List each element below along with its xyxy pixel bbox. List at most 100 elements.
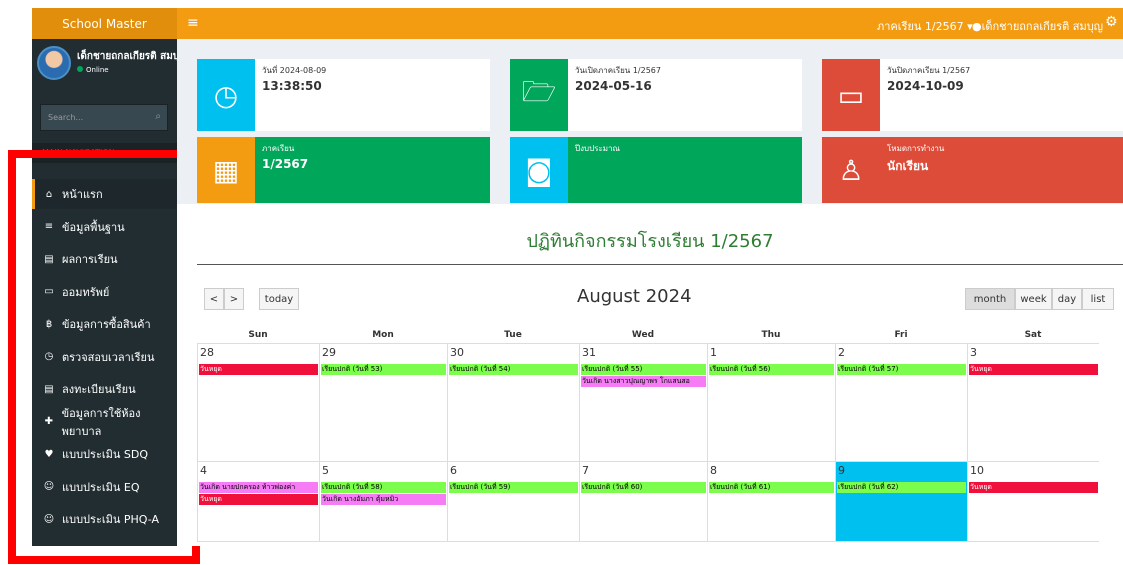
day-cell[interactable]: 1 เรียนปกติ (วันที่ 56): [707, 344, 835, 462]
day-number[interactable]: 30: [450, 346, 464, 359]
calendar-panel: ปฏิทินกิจกรรมโรงเรียน 1/2567 < > today A…: [177, 204, 1123, 546]
view-day-button[interactable]: day: [1052, 288, 1082, 310]
semester-dropdown[interactable]: ภาคเรียน 1/2567 ▾: [877, 17, 973, 35]
day-number[interactable]: 9: [838, 464, 845, 477]
calendar-title: ปฏิทินกิจกรรมโรงเรียน 1/2567: [526, 231, 774, 252]
semester-label: ภาคเรียน: [262, 144, 295, 153]
day-cell[interactable]: 9 เรียนปกติ (วันที่ 62): [835, 462, 967, 542]
calendar-event[interactable]: เรียนปกติ (วันที่ 57): [837, 364, 966, 375]
current-time: 13:38:50: [262, 79, 322, 93]
file-icon: ▤: [44, 253, 54, 265]
sidebar-item[interactable]: ✚ ข้อมูลการใช้ห้องพยาบาล: [32, 406, 177, 438]
day-number[interactable]: 29: [322, 346, 336, 359]
search-input[interactable]: Search... ⌕: [40, 104, 168, 131]
cogs-icon[interactable]: ⚙: [1105, 14, 1118, 30]
calendar-event[interactable]: วันหยุด: [199, 364, 318, 375]
sidebar-section-header: MAIN NAVIGATION: [32, 143, 177, 163]
user-menu[interactable]: ●เด็กชายถกลเกียรติ สมบุญ: [972, 17, 1103, 35]
prev-button[interactable]: <: [204, 288, 224, 310]
day-number[interactable]: 5: [322, 464, 329, 477]
day-cell[interactable]: 2 เรียนปกติ (วันที่ 57): [835, 344, 967, 462]
sidebar-item[interactable]: ≡ ข้อมูลพื้นฐาน: [32, 212, 177, 242]
day-cell[interactable]: 4 วันเกิด นายปกครอง ท้าวพ่องค่า วันหยุด: [197, 462, 319, 542]
weekday-header: Mon: [319, 330, 447, 344]
view-week-button[interactable]: week: [1015, 288, 1052, 310]
calendar-event[interactable]: วันหยุด: [199, 494, 318, 505]
sidebar-item[interactable]: ☺ แบบประเมิน PHQ-A: [32, 504, 177, 534]
view-list-button[interactable]: list: [1082, 288, 1114, 310]
calendar-event[interactable]: เรียนปกติ (วันที่ 58): [321, 482, 446, 493]
online-label: Online: [86, 66, 109, 74]
open-date: 2024-05-16: [575, 79, 652, 93]
day-number[interactable]: 31: [582, 346, 596, 359]
online-dot-icon: [77, 66, 83, 72]
day-cell[interactable]: 28 วันหยุด: [197, 344, 319, 462]
sidebar-item[interactable]: ♥ แบบประเมิน SDQ: [32, 439, 177, 469]
sidebar-item[interactable]: ▤ ลงทะเบียนเรียน: [32, 374, 177, 404]
sidebar-item[interactable]: ▤ ผลการเรียน: [32, 244, 177, 274]
search-icon[interactable]: ⌕: [155, 111, 161, 122]
day-number[interactable]: 1: [710, 346, 717, 359]
avatar: [37, 46, 71, 80]
weekday-header: Sun: [197, 330, 319, 344]
day-cell[interactable]: 30 เรียนปกติ (วันที่ 54): [447, 344, 579, 462]
day-number[interactable]: 10: [970, 464, 984, 477]
open-date-label: วันเปิดภาคเรียน 1/2567: [575, 66, 661, 75]
online-status: Online: [77, 66, 109, 74]
day-number[interactable]: 2: [838, 346, 845, 359]
calendar-event[interactable]: เรียนปกติ (วันที่ 61): [709, 482, 834, 493]
calendar-event[interactable]: เรียนปกติ (วันที่ 60): [581, 482, 706, 493]
calendar-event[interactable]: เรียนปกติ (วันที่ 54): [449, 364, 578, 375]
main-content: ◷ วันที่ 2024-08-09 13:38:50 🗁 วันเปิดภา…: [177, 39, 1123, 546]
day-cell[interactable]: 8 เรียนปกติ (วันที่ 61): [707, 462, 835, 542]
sidebar-item[interactable]: ☺ แบบประเมิน EQ: [32, 472, 177, 502]
day-cell[interactable]: 7 เรียนปกติ (วันที่ 60): [579, 462, 707, 542]
day-number[interactable]: 3: [970, 346, 977, 359]
calendar-event[interactable]: วันหยุด: [969, 482, 1098, 493]
calendar-event[interactable]: เรียนปกติ (วันที่ 62): [837, 482, 966, 493]
calendar-event[interactable]: เรียนปกติ (วันที่ 55): [581, 364, 706, 375]
sidebar-item[interactable]: ◷ ตรวจสอบเวลาเรียน: [32, 342, 177, 372]
home-icon: ⌂: [45, 188, 53, 200]
app-logo[interactable]: School Master: [32, 8, 177, 39]
sidebar-item[interactable]: ⌂ หน้าแรก: [32, 179, 177, 209]
street-view-icon: ♙: [822, 137, 880, 203]
next-button[interactable]: >: [224, 288, 244, 310]
open-date-box: 🗁 วันเปิดภาคเรียน 1/2567 2024-05-16: [510, 59, 802, 131]
sidebar-item[interactable]: ฿ ข้อมูลการซื้อสินค้า: [32, 309, 177, 339]
day-cell[interactable]: 5 เรียนปกติ (วันที่ 58) วันเกิด นางอัมภา ต…: [319, 462, 447, 542]
calendar-event[interactable]: เรียนปกติ (วันที่ 53): [321, 364, 446, 375]
sidebar-item[interactable]: ▭ ออมทรัพย์: [32, 277, 177, 307]
calendar-event[interactable]: เรียนปกติ (วันที่ 56): [709, 364, 834, 375]
day-cell[interactable]: 29 เรียนปกติ (วันที่ 53): [319, 344, 447, 462]
month-title: August 2024: [577, 286, 692, 307]
calendar-event[interactable]: วันเกิด นางอัมภา ตุ้มหมิว: [321, 494, 446, 505]
day-cell[interactable]: 31 เรียนปกติ (วันที่ 55) วันเกิด นางสาวปุณ…: [579, 344, 707, 462]
day-number[interactable]: 4: [200, 464, 207, 477]
folder-open-icon: 🗁: [510, 59, 568, 131]
weekday-header: Fri: [835, 330, 967, 344]
clock-icon: ◷: [197, 59, 255, 131]
calendar-event[interactable]: วันหยุด: [969, 364, 1098, 375]
day-cell[interactable]: 3 วันหยุด: [967, 344, 1099, 462]
sidebar-item-label: ข้อมูลการใช้ห้องพยาบาล: [61, 406, 141, 438]
day-number[interactable]: 6: [450, 464, 457, 477]
calendar-event[interactable]: เรียนปกติ (วันที่ 59): [449, 482, 578, 493]
mode-box: ♙ โหมดการทำงาน นักเรียน: [822, 137, 1123, 203]
bars-icon[interactable]: ≡: [187, 15, 199, 31]
day-number[interactable]: 8: [710, 464, 717, 477]
calendar-icon: ▦: [197, 137, 255, 203]
day-cell[interactable]: 10 วันหยุด: [967, 462, 1099, 542]
sidebar: เด็กชายถกลเกียรติ สมบุญ Online Search...…: [32, 39, 177, 546]
sidebar-item-label: ออมทรัพย์: [62, 285, 110, 299]
search-placeholder: Search...: [48, 113, 84, 122]
calendar-event[interactable]: วันเกิด นายปกครอง ท้าวพ่องค่า: [199, 482, 318, 493]
today-button[interactable]: today: [259, 288, 299, 310]
day-number[interactable]: 7: [582, 464, 589, 477]
budget-label: ปีงบประมาณ: [575, 144, 620, 153]
view-month-button[interactable]: month: [965, 288, 1015, 310]
mode-label: โหมดการทำงาน: [887, 144, 945, 153]
day-number[interactable]: 28: [200, 346, 214, 359]
calendar-event[interactable]: วันเกิด นางสาวปุณญาพร โกแสนสอ: [581, 376, 706, 387]
day-cell[interactable]: 6 เรียนปกติ (วันที่ 59): [447, 462, 579, 542]
